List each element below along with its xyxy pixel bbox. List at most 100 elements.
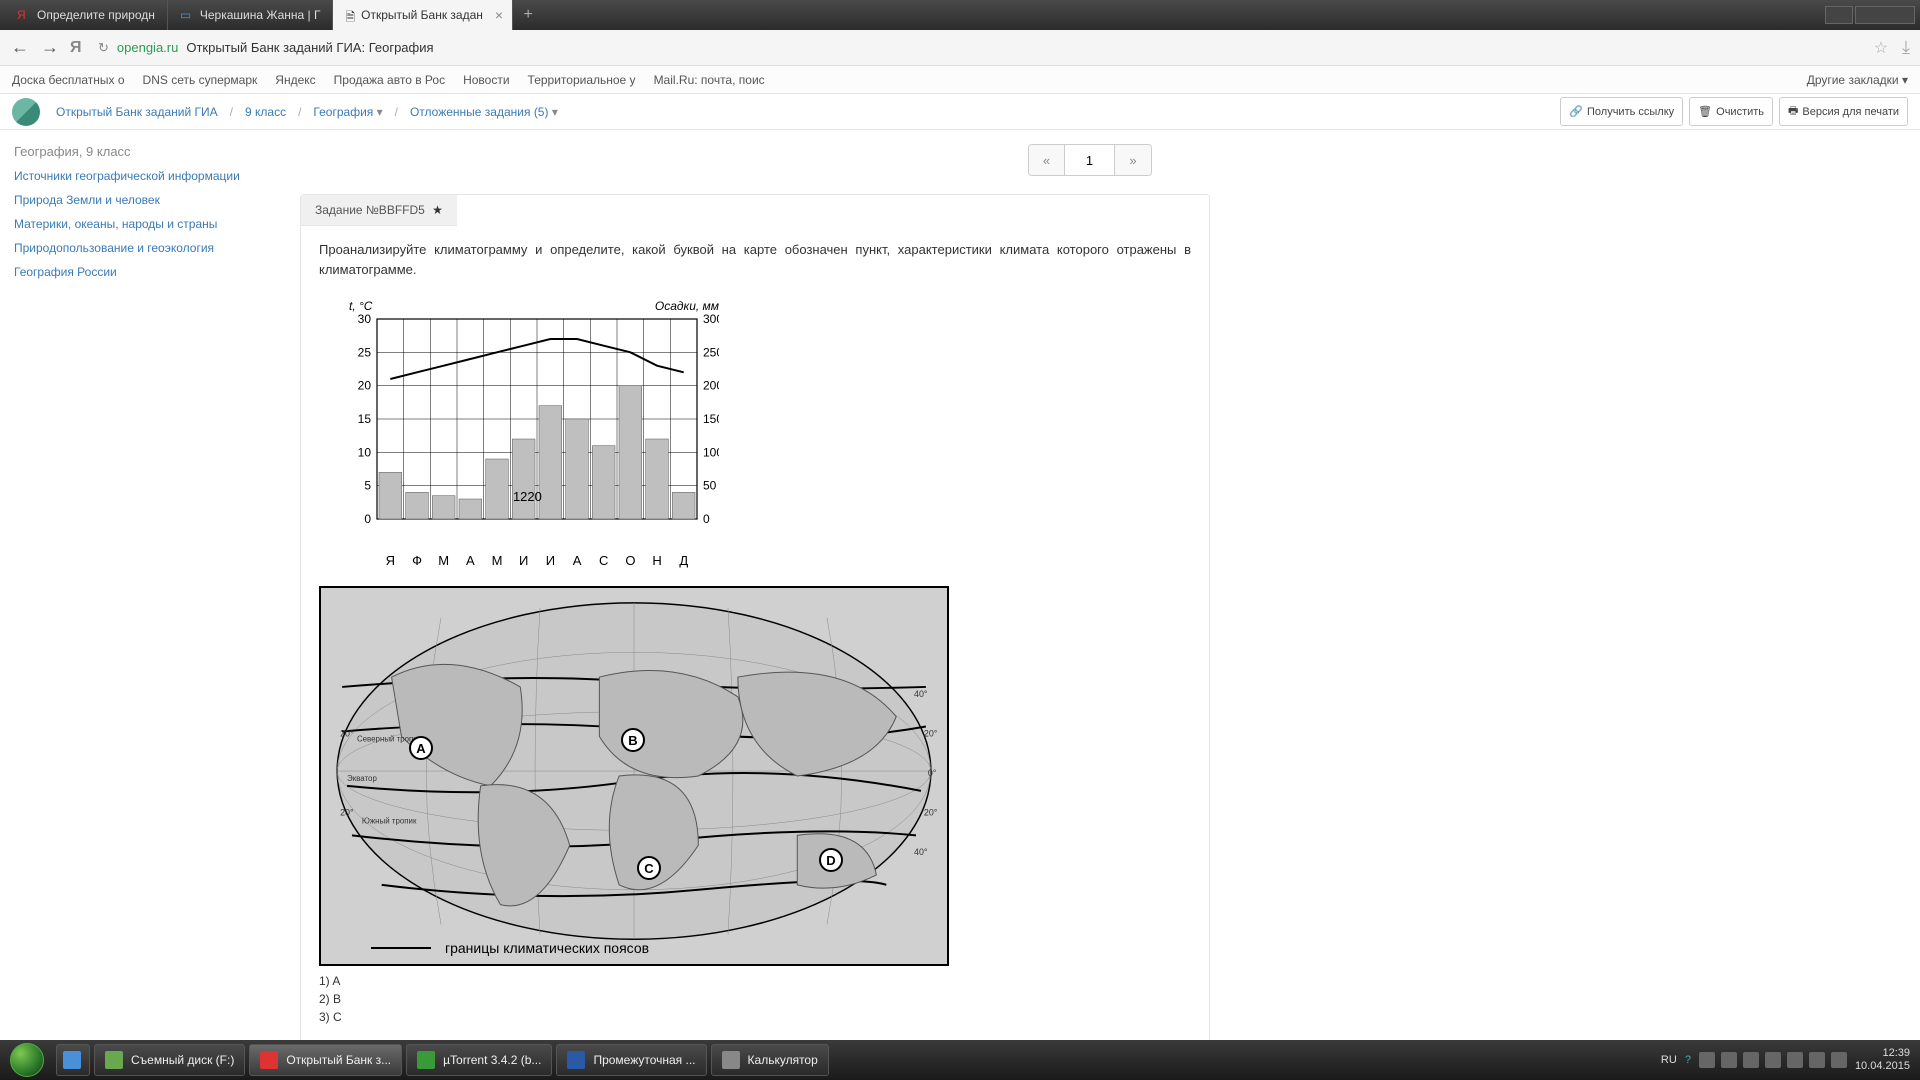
print-icon: 🖶 bbox=[1788, 102, 1798, 121]
sidebar: География, 9 класс Источники географичес… bbox=[0, 130, 260, 1040]
sidebar-link[interactable]: География России bbox=[14, 265, 246, 279]
other-bookmarks[interactable]: Другие закладки ▾ bbox=[1807, 73, 1908, 87]
browser-tab-active[interactable]: 🗎 Открытый Банк задан × bbox=[333, 0, 513, 30]
new-tab-button[interactable]: + bbox=[513, 0, 542, 30]
answer-option[interactable]: 1) A bbox=[319, 974, 1191, 988]
tray-icon[interactable] bbox=[1743, 1052, 1759, 1068]
tab-favicon: 🗎 bbox=[345, 8, 355, 22]
climatogram-svg: 0055010100151502020025250303001220 bbox=[319, 299, 719, 549]
tray-icon[interactable] bbox=[1831, 1052, 1847, 1068]
svg-text:0°: 0° bbox=[928, 768, 937, 778]
breadcrumb-root[interactable]: Открытый Банк заданий ГИА bbox=[56, 105, 218, 119]
browser-icon bbox=[260, 1051, 278, 1069]
taskbar-item[interactable]: µTorrent 3.4.2 (b... bbox=[406, 1044, 552, 1076]
browser-tab[interactable]: Я Определите природн bbox=[5, 0, 168, 30]
answer-option[interactable]: 3) C bbox=[319, 1010, 1191, 1024]
bookmark-star-icon[interactable]: ☆ bbox=[1874, 38, 1888, 58]
close-icon[interactable]: × bbox=[495, 7, 503, 23]
clock[interactable]: 12:39 10.04.2015 bbox=[1855, 1047, 1910, 1073]
forward-button[interactable]: → bbox=[40, 38, 60, 58]
tab-label: Черкашина Жанна | Г bbox=[200, 8, 321, 22]
task-card: Задание №BBFFD5 ★ Проанализируйте климат… bbox=[300, 194, 1210, 1043]
task-text: Проанализируйте климатограмму и определи… bbox=[301, 226, 1209, 293]
svg-text:10: 10 bbox=[358, 445, 372, 459]
svg-text:300: 300 bbox=[703, 312, 719, 326]
clear-button[interactable]: 🗑Очистить bbox=[1689, 97, 1773, 126]
task-header: Задание №BBFFD5 ★ bbox=[301, 195, 457, 226]
get-link-button[interactable]: 🔗Получить ссылку bbox=[1560, 97, 1683, 126]
back-button[interactable]: ← bbox=[10, 38, 30, 58]
url-title: Открытый Банк заданий ГИА: География bbox=[186, 40, 433, 55]
tray-icon[interactable] bbox=[1765, 1052, 1781, 1068]
map-point-B: B bbox=[621, 728, 645, 752]
browser-tab[interactable]: ▭ Черкашина Жанна | Г bbox=[168, 0, 334, 30]
bookmark-item[interactable]: DNS сеть супермарк bbox=[143, 73, 258, 87]
maximize-button[interactable] bbox=[1855, 6, 1915, 24]
start-button[interactable] bbox=[0, 1040, 54, 1080]
answer-option[interactable]: 2) B bbox=[319, 992, 1191, 1006]
star-icon[interactable]: ★ bbox=[432, 203, 443, 217]
sidebar-link[interactable]: Источники географической информации bbox=[14, 169, 246, 183]
tray-icon[interactable] bbox=[1721, 1052, 1737, 1068]
taskbar-item[interactable]: Съемный диск (F:) bbox=[94, 1044, 245, 1076]
svg-text:1220: 1220 bbox=[513, 489, 542, 504]
minimize-button[interactable] bbox=[1825, 6, 1853, 24]
sidebar-link[interactable]: Материки, океаны, народы и страны bbox=[14, 217, 246, 231]
bookmark-item[interactable]: Территориальное у bbox=[528, 73, 636, 87]
window-controls bbox=[1825, 0, 1920, 30]
bookmark-item[interactable]: Mail.Ru: почта, поис bbox=[654, 73, 765, 87]
legend-text: границы климатических поясов bbox=[445, 940, 649, 956]
url-display[interactable]: ↻ opengia.ru Открытый Банк заданий ГИА: … bbox=[98, 40, 434, 56]
system-tray: RU ? 12:39 10.04.2015 bbox=[1661, 1047, 1920, 1073]
bookmark-item[interactable]: Продажа авто в Рос bbox=[334, 73, 445, 87]
breadcrumb-deferred[interactable]: Отложенные задания (5) bbox=[410, 105, 558, 119]
sidebar-link[interactable]: Природа Земли и человек bbox=[14, 193, 246, 207]
download-icon[interactable]: ⤓ bbox=[1902, 37, 1910, 58]
taskbar-item[interactable]: Промежуточная ... bbox=[556, 1044, 706, 1076]
sidebar-link[interactable]: Природопользование и геоэкология bbox=[14, 241, 246, 255]
svg-text:30: 30 bbox=[358, 312, 372, 326]
help-icon[interactable]: ? bbox=[1685, 1054, 1691, 1066]
svg-text:40°: 40° bbox=[914, 847, 928, 857]
tray-icon[interactable] bbox=[1809, 1052, 1825, 1068]
drive-icon bbox=[105, 1051, 123, 1069]
breadcrumb-sep: / bbox=[395, 105, 398, 119]
reload-icon[interactable]: ↻ bbox=[98, 40, 109, 56]
taskbar-item[interactable]: Калькулятор bbox=[711, 1044, 829, 1076]
tray-icon[interactable] bbox=[1787, 1052, 1803, 1068]
answer-options: 1) A 2) B 3) C bbox=[301, 966, 1209, 1024]
taskbar-item[interactable] bbox=[56, 1044, 90, 1076]
bookmark-item[interactable]: Яндекс bbox=[275, 73, 315, 87]
breadcrumb-grade[interactable]: 9 класс bbox=[245, 105, 286, 119]
svg-text:0: 0 bbox=[364, 512, 371, 526]
map-legend: границы климатических поясов bbox=[371, 940, 649, 956]
tb-label: Промежуточная ... bbox=[593, 1053, 695, 1067]
climatogram: t, °C Осадки, мм 00550101001515020200252… bbox=[301, 299, 1209, 568]
bookmark-item[interactable]: Новости bbox=[463, 73, 509, 87]
tab-favicon: ▭ bbox=[180, 8, 194, 22]
svg-text:Экватор: Экватор bbox=[347, 774, 377, 783]
site-logo[interactable] bbox=[12, 98, 40, 126]
tab-label: Определите природн bbox=[37, 8, 155, 22]
language-indicator[interactable]: RU bbox=[1661, 1054, 1677, 1066]
svg-text:20°: 20° bbox=[924, 728, 938, 738]
pager-input[interactable] bbox=[1065, 145, 1115, 175]
svg-text:40°: 40° bbox=[914, 689, 928, 699]
bookmark-item[interactable]: Доска бесплатных о bbox=[12, 73, 125, 87]
tray-icon[interactable] bbox=[1699, 1052, 1715, 1068]
breadcrumb-subject[interactable]: География bbox=[313, 105, 382, 119]
taskbar-item-active[interactable]: Открытый Банк з... bbox=[249, 1044, 402, 1076]
tab-label: Открытый Банк задан bbox=[361, 8, 483, 22]
print-button[interactable]: 🖶Версия для печати bbox=[1779, 97, 1908, 126]
svg-text:150: 150 bbox=[703, 412, 719, 426]
pager-next[interactable]: » bbox=[1115, 145, 1151, 175]
bookmarks-bar: Доска бесплатных о DNS сеть супермарк Ян… bbox=[0, 66, 1920, 94]
calc-icon bbox=[722, 1051, 740, 1069]
svg-text:15: 15 bbox=[358, 412, 372, 426]
word-icon bbox=[567, 1051, 585, 1069]
svg-text:20: 20 bbox=[358, 379, 372, 393]
tb-label: Калькулятор bbox=[748, 1053, 818, 1067]
svg-text:200: 200 bbox=[703, 379, 719, 393]
svg-text:20°: 20° bbox=[340, 808, 354, 818]
pager-prev[interactable]: « bbox=[1029, 145, 1065, 175]
